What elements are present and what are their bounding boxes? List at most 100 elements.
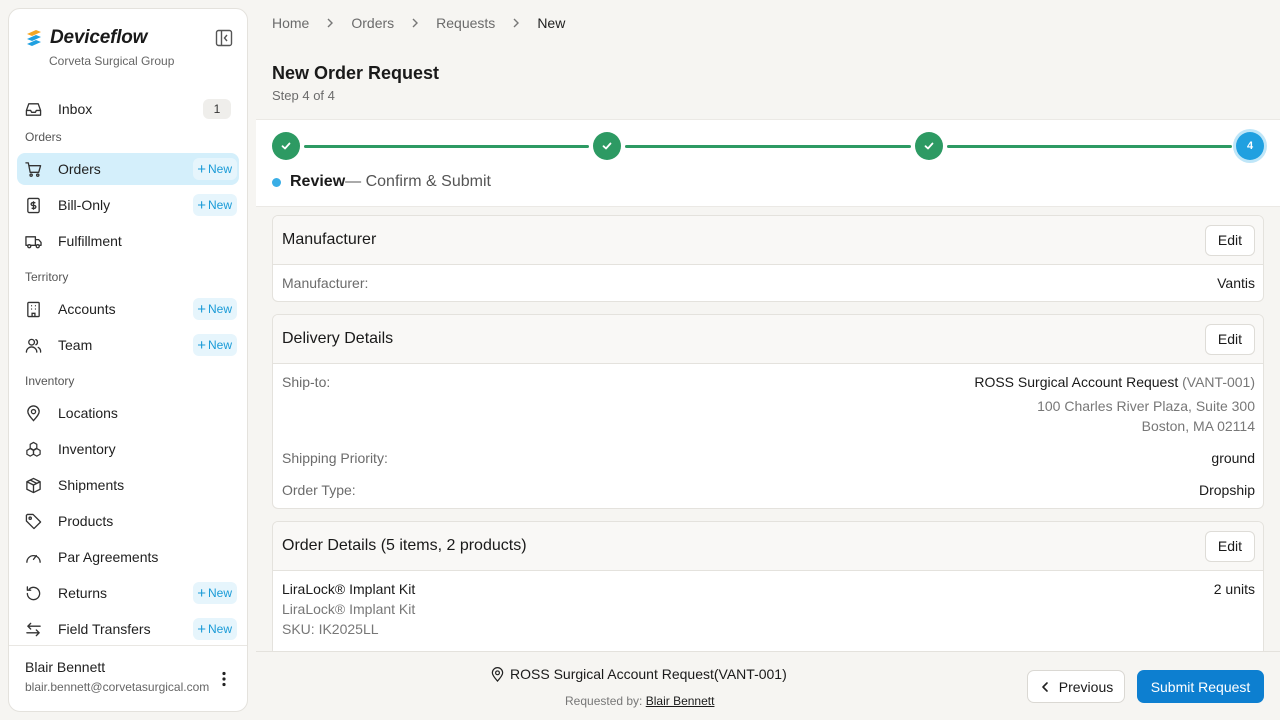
sidebar-item-label: Fulfillment xyxy=(58,233,122,249)
sidebar-item-label: Team xyxy=(58,337,93,353)
sidebar-item-label: Inbox xyxy=(58,101,93,117)
tag-icon xyxy=(25,513,42,529)
edit-manufacturer-button[interactable]: Edit xyxy=(1204,225,1255,256)
user-profile[interactable]: Blair Bennett blair.bennett@corvetasurgi… xyxy=(9,645,247,711)
more-vertical-icon[interactable] xyxy=(215,670,233,688)
inbox-icon xyxy=(25,102,42,116)
check-icon xyxy=(281,142,291,150)
new-label: New xyxy=(207,302,232,316)
stage-name: Review xyxy=(290,173,346,190)
gauge-icon xyxy=(26,554,41,563)
breadcrumb-requests[interactable]: Requests xyxy=(436,15,495,31)
footer-action-bar: ROSS Surgical Account Request(VANT-001) … xyxy=(256,651,1280,720)
sidebar-item-accounts[interactable]: Accounts + New xyxy=(17,293,239,325)
footer-account-name: ROSS Surgical Account Request(VANT-001) xyxy=(510,666,787,682)
sidebar-item-inventory[interactable]: Inventory xyxy=(17,433,239,465)
sidebar-item-par-agreements[interactable]: Par Agreements xyxy=(17,541,239,573)
card-title: Delivery Details xyxy=(282,330,394,347)
submit-request-button[interactable]: Submit Request xyxy=(1137,670,1264,703)
breadcrumb-home[interactable]: Home xyxy=(272,15,309,31)
step-3-complete[interactable] xyxy=(915,132,943,160)
item-quantity: 2 units xyxy=(1213,581,1255,597)
section-label-territory: Territory xyxy=(25,270,69,284)
order-type-value: Dropship xyxy=(1198,482,1255,498)
sidebar-item-label: Field Transfers xyxy=(58,621,151,637)
card-title: Manufacturer xyxy=(282,231,377,248)
location-account-icon xyxy=(491,666,504,682)
card-title: Order Details (5 items, 2 products) xyxy=(282,537,527,554)
manufacturer-card: Manufacturer Edit Manufacturer: Vantis xyxy=(272,215,1264,302)
current-stage: Review — Confirm & Submit xyxy=(272,173,491,191)
section-label-inventory: Inventory xyxy=(25,374,75,388)
chevron-left-icon xyxy=(1041,681,1048,692)
sidebar-item-label: Accounts xyxy=(58,301,116,317)
sidebar-item-shipments[interactable]: Shipments xyxy=(17,469,239,501)
page-title: New Order Request xyxy=(272,63,440,83)
map-pin-icon xyxy=(27,404,40,422)
new-label: New xyxy=(207,586,232,600)
arrows-left-right-icon xyxy=(26,622,41,636)
new-team-button[interactable]: + New xyxy=(193,334,237,356)
requested-by-user-link[interactable]: Blair Bennett xyxy=(646,694,715,708)
ship-to-value: ROSS Surgical Account Request (VANT-001) xyxy=(974,374,1255,390)
step-1-complete[interactable] xyxy=(272,132,300,160)
new-label: New xyxy=(207,162,232,176)
step-4-current[interactable]: 4 xyxy=(1236,132,1264,160)
card-header: Order Details (5 items, 2 products) Edit xyxy=(273,522,1263,571)
sidebar-item-returns[interactable]: Returns + New xyxy=(17,577,239,609)
card-header: Delivery Details Edit xyxy=(273,315,1263,364)
breadcrumb-orders[interactable]: Orders xyxy=(351,15,394,31)
building-icon xyxy=(27,301,40,317)
org-name: Corveta Surgical Group xyxy=(49,54,175,68)
manufacturer-label: Manufacturer: xyxy=(282,275,369,291)
ship-to-name: ROSS Surgical Account Request xyxy=(974,374,1179,390)
edit-delivery-button[interactable]: Edit xyxy=(1204,324,1255,355)
page-step-indicator: Step 4 of 4 xyxy=(272,88,335,103)
chevron-right-icon xyxy=(327,18,334,28)
sidebar-item-inbox[interactable]: Inbox 1 xyxy=(17,93,239,125)
new-account-button[interactable]: + New xyxy=(193,298,237,320)
sidebar-item-label: Orders xyxy=(58,161,101,177)
receipt-dollar-icon xyxy=(27,197,40,213)
address-line-1: 100 Charles River Plaza, Suite 300 xyxy=(1037,398,1255,414)
brand[interactable]: Deviceflow xyxy=(25,27,147,49)
stage-indicator-dot xyxy=(272,177,281,187)
edit-order-details-button[interactable]: Edit xyxy=(1204,531,1255,562)
user-name: Blair Bennett xyxy=(25,659,106,675)
ship-to-code: (VANT-001) xyxy=(1182,374,1255,390)
sidebar-item-fulfillment[interactable]: Fulfillment xyxy=(17,225,239,257)
ship-to-label: Ship-to: xyxy=(282,374,331,390)
cart-icon xyxy=(25,161,42,177)
new-order-button[interactable]: + New xyxy=(193,158,237,180)
footer-account: ROSS Surgical Account Request(VANT-001) xyxy=(490,666,787,682)
previous-button[interactable]: Previous xyxy=(1027,670,1125,703)
new-return-button[interactable]: + New xyxy=(193,582,237,604)
stage-description: — Confirm & Submit xyxy=(345,173,491,190)
sidebar-item-label: Inventory xyxy=(58,441,116,457)
chevron-right-icon xyxy=(513,18,520,28)
sidebar-item-orders[interactable]: Orders + New xyxy=(17,153,239,185)
order-type-label: Order Type: xyxy=(282,482,356,498)
sidebar-collapse-icon[interactable] xyxy=(215,29,233,47)
sidebar-item-products[interactable]: Products xyxy=(17,505,239,537)
sidebar-item-label: Shipments xyxy=(58,477,125,493)
sidebar-item-bill-only[interactable]: Bill-Only + New xyxy=(17,189,239,221)
item-name: LiraLock® Implant Kit xyxy=(282,581,416,597)
sidebar-item-field-transfers[interactable]: Field Transfers + New xyxy=(17,613,239,645)
progress-stepper: 4 Review — Confirm & Submit xyxy=(256,119,1280,207)
section-label-orders: Orders xyxy=(25,130,62,144)
check-icon xyxy=(924,142,934,150)
sidebar-item-label: Products xyxy=(58,513,114,529)
step-2-complete[interactable] xyxy=(593,132,621,160)
breadcrumb-current: New xyxy=(537,15,566,31)
new-bill-only-button[interactable]: + New xyxy=(193,194,237,216)
sidebar-item-label: Locations xyxy=(58,405,118,421)
app-name: Deviceflow xyxy=(50,27,148,48)
inbox-count-badge: 1 xyxy=(203,99,231,119)
sidebar-item-team[interactable]: Team + New xyxy=(17,329,239,361)
sidebar: Deviceflow Corveta Surgical Group Inbox … xyxy=(8,8,248,712)
package-icon xyxy=(26,477,41,493)
sidebar-item-locations[interactable]: Locations xyxy=(17,397,239,429)
new-field-transfer-button[interactable]: + New xyxy=(193,618,237,640)
manufacturer-value: Vantis xyxy=(1217,275,1255,291)
